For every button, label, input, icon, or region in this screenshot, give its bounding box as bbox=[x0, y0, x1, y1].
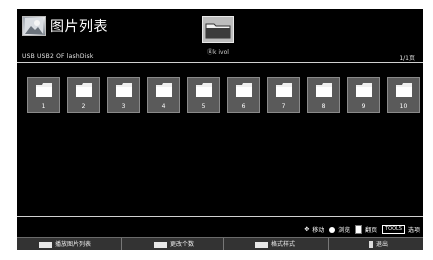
button-separator bbox=[121, 238, 122, 250]
thumbnail-grid: 1 2 3 4 5 6 7 8 9 10 bbox=[27, 77, 423, 117]
page-title: 图片列表 bbox=[50, 19, 108, 35]
device-path: USB USB2 OF lashDisk bbox=[22, 53, 94, 60]
folder-tile[interactable]: 10 bbox=[387, 77, 420, 113]
folder-tile[interactable]: 3 bbox=[107, 77, 140, 113]
picture-icon bbox=[22, 16, 46, 36]
tile-number: 10 bbox=[399, 103, 408, 110]
button-label: 更改个数 bbox=[170, 241, 195, 248]
footer-divider bbox=[17, 216, 423, 217]
page-counter: 1/1页 bbox=[399, 55, 415, 62]
key-hint-bar: ✥ 移动 浏览 翻页 TOOLS 选项 bbox=[301, 225, 420, 234]
folder-tile[interactable]: 6 bbox=[227, 77, 260, 113]
function-button-bar: 播放图片列表 更改个数 格式样式 退出 bbox=[17, 237, 423, 250]
folder-tile[interactable]: 1 bbox=[27, 77, 60, 113]
tile-number: 3 bbox=[121, 103, 126, 110]
tv-screen: 图片列表 Ⓑk ivol USB USB2 OF lashDisk 1/1页 1… bbox=[17, 9, 423, 250]
tile-number: 6 bbox=[241, 103, 246, 110]
tile-number: 5 bbox=[201, 103, 206, 110]
folder-tile[interactable]: 8 bbox=[307, 77, 340, 113]
button-label: 格式样式 bbox=[271, 241, 296, 248]
format-style-button[interactable]: 格式样式 bbox=[255, 238, 295, 250]
tile-number: 9 bbox=[361, 103, 366, 110]
tile-number: 1 bbox=[41, 103, 46, 110]
tile-number: 7 bbox=[281, 103, 286, 110]
folder-tile[interactable]: 2 bbox=[67, 77, 100, 113]
button-separator bbox=[328, 238, 329, 250]
folder-tile[interactable]: 7 bbox=[267, 77, 300, 113]
button-label: 播放图片列表 bbox=[55, 241, 92, 248]
header: 图片列表 Ⓑk ivol bbox=[17, 9, 423, 56]
folder-tile[interactable]: 5 bbox=[187, 77, 220, 113]
tile-number: 4 bbox=[161, 103, 166, 110]
tools-key: TOOLS bbox=[382, 225, 405, 234]
dpad-icon: ✥ bbox=[304, 226, 310, 233]
exit-icon bbox=[369, 241, 373, 248]
button-separator bbox=[223, 238, 224, 250]
folder-icon bbox=[202, 16, 234, 43]
page-hint: 翻页 bbox=[365, 227, 378, 234]
exit-button[interactable]: 退出 bbox=[369, 238, 388, 250]
folder-tile[interactable]: 9 bbox=[347, 77, 380, 113]
button-label: 退出 bbox=[376, 241, 389, 248]
color-key-icon bbox=[39, 241, 52, 248]
play-list-button[interactable]: 播放图片列表 bbox=[39, 238, 91, 250]
ok-icon bbox=[329, 226, 336, 233]
move-hint: 移动 bbox=[312, 227, 325, 234]
tools-hint: 选项 bbox=[407, 227, 420, 234]
tile-number: 8 bbox=[321, 103, 326, 110]
tile-number: 2 bbox=[81, 103, 86, 110]
folder-name: Ⓑk ivol bbox=[207, 49, 229, 56]
change-count-button[interactable]: 更改个数 bbox=[154, 238, 194, 250]
ok-hint: 浏览 bbox=[338, 227, 351, 234]
page-key-icon bbox=[355, 225, 363, 234]
color-key-icon bbox=[154, 241, 167, 248]
header-divider bbox=[17, 62, 423, 63]
folder-tile[interactable]: 4 bbox=[147, 77, 180, 113]
color-key-icon bbox=[255, 241, 268, 248]
